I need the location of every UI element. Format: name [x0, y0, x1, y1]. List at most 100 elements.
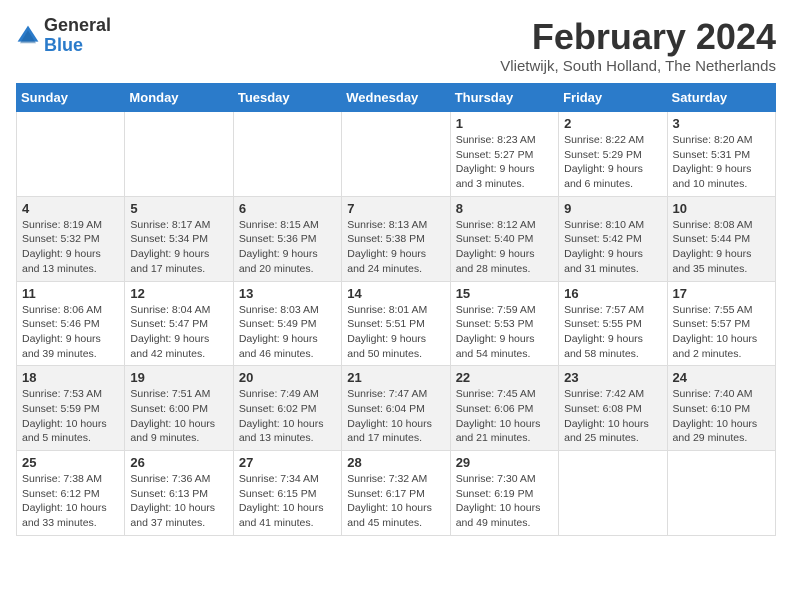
- calendar-cell: 27 Sunrise: 7:34 AMSunset: 6:15 PMDayligh…: [233, 451, 341, 536]
- logo: General Blue: [16, 16, 111, 56]
- calendar-cell: [667, 451, 775, 536]
- day-number: 26: [130, 455, 227, 470]
- day-info: Sunrise: 8:01 AMSunset: 5:51 PMDaylight:…: [347, 303, 444, 362]
- day-info: Sunrise: 8:06 AMSunset: 5:46 PMDaylight:…: [22, 303, 119, 362]
- calendar-cell: 16Sunrise: 7:57 AMSunset: 5:55 PMDayligh…: [559, 281, 667, 366]
- day-info: Sunrise: 8:20 AMSunset: 5:31 PMDaylight:…: [673, 133, 770, 192]
- day-number: 22: [456, 370, 553, 385]
- calendar-cell: [233, 112, 341, 197]
- day-info: Sunrise: 7:53 AMSunset: 5:59 PMDaylight:…: [22, 387, 119, 446]
- day-number: 6: [239, 201, 336, 216]
- day-number: 9: [564, 201, 661, 216]
- calendar-cell: 29 Sunrise: 7:30 AMSunset: 6:19 PMDayligh…: [450, 451, 558, 536]
- logo-blue: Blue: [44, 36, 111, 56]
- title-block: February 2024 Vlietwijk, South Holland, …: [500, 16, 776, 75]
- day-number: 16: [564, 286, 661, 301]
- day-info: Sunrise: 7:34 AMSunset: 6:15 PMDaylight:…: [239, 472, 336, 531]
- day-number: 29: [456, 455, 553, 470]
- calendar-cell: 25 Sunrise: 7:38 AMSunset: 6:12 PMDayligh…: [17, 451, 125, 536]
- calendar-cell: 1Sunrise: 8:23 AMSunset: 5:27 PMDaylight…: [450, 112, 558, 197]
- calendar-cell: 11 Sunrise: 8:06 AMSunset: 5:46 PMDayligh…: [17, 281, 125, 366]
- day-number: 1: [456, 116, 553, 131]
- calendar-cell: 17Sunrise: 7:55 AMSunset: 5:57 PMDayligh…: [667, 281, 775, 366]
- page-header: General Blue February 2024 Vlietwijk, So…: [16, 16, 776, 75]
- day-info: Sunrise: 7:38 AMSunset: 6:12 PMDaylight:…: [22, 472, 119, 531]
- day-number: 12: [130, 286, 227, 301]
- day-number: 7: [347, 201, 444, 216]
- day-number: 23: [564, 370, 661, 385]
- day-info: Sunrise: 8:22 AMSunset: 5:29 PMDaylight:…: [564, 133, 661, 192]
- day-info: Sunrise: 7:51 AMSunset: 6:00 PMDaylight:…: [130, 387, 227, 446]
- calendar-cell: 23 Sunrise: 7:42 AMSunset: 6:08 PMDayligh…: [559, 366, 667, 451]
- calendar-cell: 2 Sunrise: 8:22 AMSunset: 5:29 PMDaylight…: [559, 112, 667, 197]
- logo-general: General: [44, 16, 111, 36]
- calendar-cell: 22Sunrise: 7:45 AMSunset: 6:06 PMDayligh…: [450, 366, 558, 451]
- day-info: Sunrise: 8:15 AMSunset: 5:36 PMDaylight:…: [239, 218, 336, 277]
- calendar-week-row: 18 Sunrise: 7:53 AMSunset: 5:59 PMDayligh…: [17, 366, 776, 451]
- header-sunday: Sunday: [17, 84, 125, 112]
- day-info: Sunrise: 7:32 AMSunset: 6:17 PMDaylight:…: [347, 472, 444, 531]
- day-info: Sunrise: 8:12 AMSunset: 5:40 PMDaylight:…: [456, 218, 553, 277]
- day-number: 10: [673, 201, 770, 216]
- calendar-cell: 24Sunrise: 7:40 AMSunset: 6:10 PMDayligh…: [667, 366, 775, 451]
- calendar-cell: 13 Sunrise: 8:03 AMSunset: 5:49 PMDayligh…: [233, 281, 341, 366]
- calendar-cell: 19 Sunrise: 7:51 AMSunset: 6:00 PMDayligh…: [125, 366, 233, 451]
- day-info: Sunrise: 7:42 AMSunset: 6:08 PMDaylight:…: [564, 387, 661, 446]
- day-info: Sunrise: 7:30 AMSunset: 6:19 PMDaylight:…: [456, 472, 553, 531]
- calendar-header-row: SundayMondayTuesdayWednesdayThursdayFrid…: [17, 84, 776, 112]
- logo-text: General Blue: [44, 16, 111, 56]
- calendar-cell: 4 Sunrise: 8:19 AMSunset: 5:32 PMDaylight…: [17, 196, 125, 281]
- day-info: Sunrise: 7:36 AMSunset: 6:13 PMDaylight:…: [130, 472, 227, 531]
- calendar-cell: 8Sunrise: 8:12 AMSunset: 5:40 PMDaylight…: [450, 196, 558, 281]
- month-title: February 2024: [500, 16, 776, 58]
- day-number: 24: [673, 370, 770, 385]
- calendar-cell: 9 Sunrise: 8:10 AMSunset: 5:42 PMDaylight…: [559, 196, 667, 281]
- calendar-cell: 3Sunrise: 8:20 AMSunset: 5:31 PMDaylight…: [667, 112, 775, 197]
- calendar-cell: 7 Sunrise: 8:13 AMSunset: 5:38 PMDaylight…: [342, 196, 450, 281]
- day-number: 28: [347, 455, 444, 470]
- day-number: 17: [673, 286, 770, 301]
- location-title: Vlietwijk, South Holland, The Netherland…: [500, 58, 776, 75]
- day-info: Sunrise: 8:04 AMSunset: 5:47 PMDaylight:…: [130, 303, 227, 362]
- day-info: Sunrise: 8:08 AMSunset: 5:44 PMDaylight:…: [673, 218, 770, 277]
- calendar-week-row: 25 Sunrise: 7:38 AMSunset: 6:12 PMDayligh…: [17, 451, 776, 536]
- calendar-cell: 12 Sunrise: 8:04 AMSunset: 5:47 PMDayligh…: [125, 281, 233, 366]
- day-number: 15: [456, 286, 553, 301]
- day-info: Sunrise: 8:03 AMSunset: 5:49 PMDaylight:…: [239, 303, 336, 362]
- calendar-cell: 10 Sunrise: 8:08 AMSunset: 5:44 PMDayligh…: [667, 196, 775, 281]
- day-number: 19: [130, 370, 227, 385]
- day-number: 25: [22, 455, 119, 470]
- day-number: 27: [239, 455, 336, 470]
- day-info: Sunrise: 7:59 AMSunset: 5:53 PMDaylight:…: [456, 303, 553, 362]
- header-friday: Friday: [559, 84, 667, 112]
- header-thursday: Thursday: [450, 84, 558, 112]
- calendar-cell: 28 Sunrise: 7:32 AMSunset: 6:17 PMDayligh…: [342, 451, 450, 536]
- calendar-cell: 21 Sunrise: 7:47 AMSunset: 6:04 PMDayligh…: [342, 366, 450, 451]
- day-info: Sunrise: 8:17 AMSunset: 5:34 PMDaylight:…: [130, 218, 227, 277]
- calendar-cell: 20Sunrise: 7:49 AMSunset: 6:02 PMDayligh…: [233, 366, 341, 451]
- calendar-cell: 15 Sunrise: 7:59 AMSunset: 5:53 PMDayligh…: [450, 281, 558, 366]
- calendar-week-row: 11 Sunrise: 8:06 AMSunset: 5:46 PMDayligh…: [17, 281, 776, 366]
- day-info: Sunrise: 7:49 AMSunset: 6:02 PMDaylight:…: [239, 387, 336, 446]
- calendar-cell: 18 Sunrise: 7:53 AMSunset: 5:59 PMDayligh…: [17, 366, 125, 451]
- calendar-cell: 5 Sunrise: 8:17 AMSunset: 5:34 PMDaylight…: [125, 196, 233, 281]
- header-monday: Monday: [125, 84, 233, 112]
- calendar-week-row: 4 Sunrise: 8:19 AMSunset: 5:32 PMDaylight…: [17, 196, 776, 281]
- day-number: 13: [239, 286, 336, 301]
- day-info: Sunrise: 8:13 AMSunset: 5:38 PMDaylight:…: [347, 218, 444, 277]
- calendar-cell: [125, 112, 233, 197]
- calendar-table: SundayMondayTuesdayWednesdayThursdayFrid…: [16, 83, 776, 536]
- day-number: 5: [130, 201, 227, 216]
- day-number: 2: [564, 116, 661, 131]
- day-info: Sunrise: 8:10 AMSunset: 5:42 PMDaylight:…: [564, 218, 661, 277]
- day-number: 11: [22, 286, 119, 301]
- day-info: Sunrise: 8:19 AMSunset: 5:32 PMDaylight:…: [22, 218, 119, 277]
- day-number: 18: [22, 370, 119, 385]
- day-number: 4: [22, 201, 119, 216]
- day-number: 21: [347, 370, 444, 385]
- day-info: Sunrise: 7:47 AMSunset: 6:04 PMDaylight:…: [347, 387, 444, 446]
- calendar-cell: 6 Sunrise: 8:15 AMSunset: 5:36 PMDaylight…: [233, 196, 341, 281]
- calendar-week-row: 1Sunrise: 8:23 AMSunset: 5:27 PMDaylight…: [17, 112, 776, 197]
- header-tuesday: Tuesday: [233, 84, 341, 112]
- calendar-cell: [559, 451, 667, 536]
